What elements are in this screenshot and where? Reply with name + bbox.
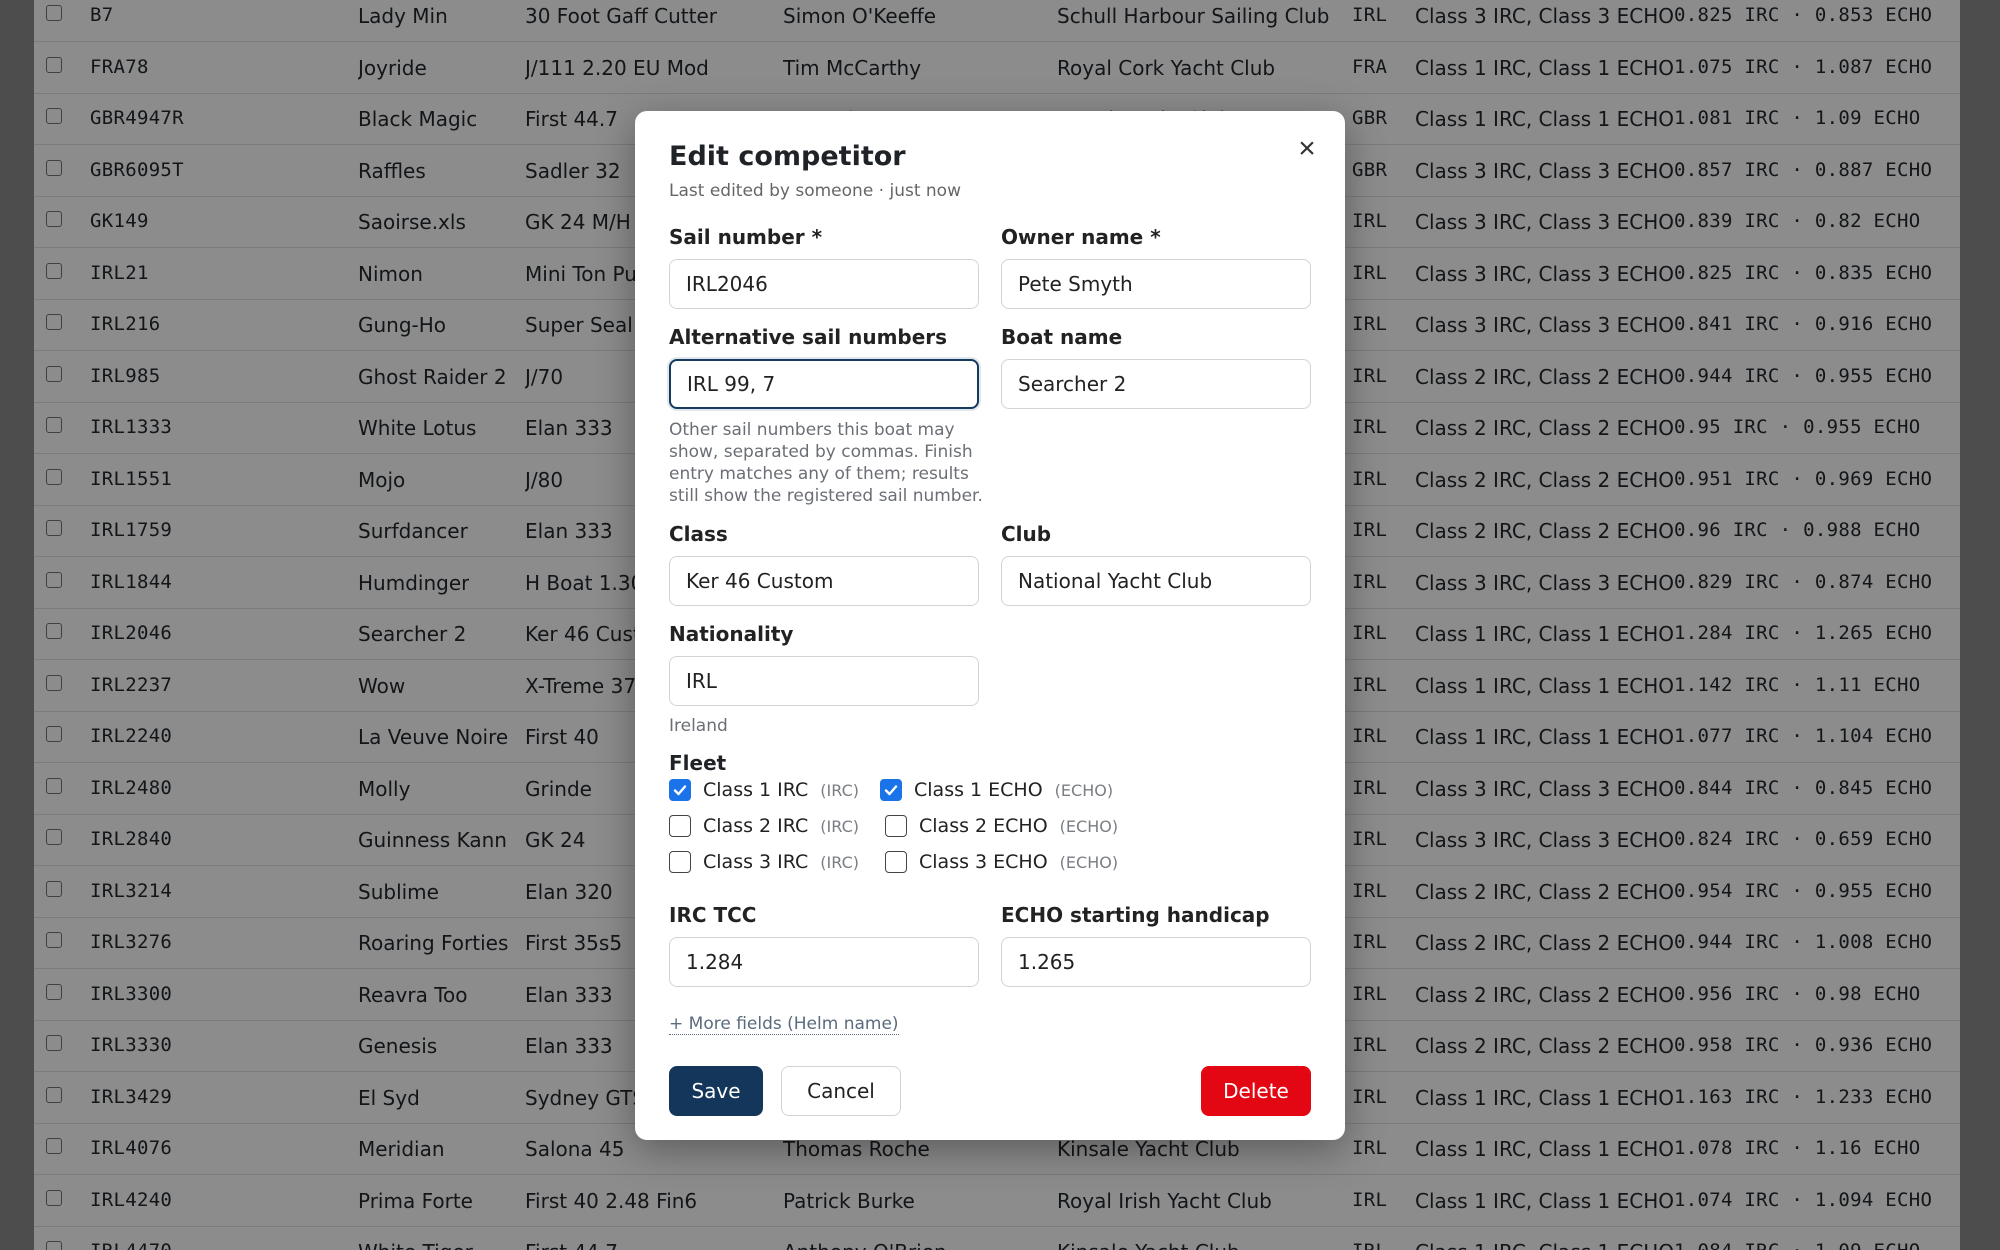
class-group: Class — [669, 522, 979, 606]
fleet-checkbox[interactable] — [885, 815, 907, 837]
class-input[interactable] — [669, 556, 979, 606]
check-icon — [673, 785, 687, 796]
fleet-option[interactable]: Class 3 IRC (IRC) — [669, 851, 859, 873]
edit-competitor-dialog: × Edit competitor Last edited by someone… — [635, 111, 1345, 1140]
close-icon[interactable]: × — [1289, 131, 1325, 167]
echo-handicap-input[interactable] — [1001, 937, 1311, 987]
echo-handicap-group: ECHO starting handicap — [1001, 903, 1311, 987]
fleet-option-label: Class 3 IRC — [703, 851, 809, 873]
fleet-option-code: (IRC) — [820, 780, 859, 800]
check-icon — [884, 785, 898, 796]
fleet-option[interactable]: Class 1 IRC (IRC) — [669, 779, 859, 801]
owner-name-label: Owner name * — [1001, 225, 1161, 249]
fleet-option[interactable]: Class 3 ECHO (ECHO) — [885, 851, 1118, 873]
fleet-option-label: Class 2 ECHO — [919, 815, 1048, 837]
fleet-option[interactable]: Class 2 ECHO (ECHO) — [885, 815, 1118, 837]
club-input[interactable] — [1001, 556, 1311, 606]
echo-handicap-label: ECHO starting handicap — [1001, 903, 1270, 927]
alt-sail-help: Other sail numbers this boat may show, s… — [669, 420, 983, 506]
more-fields-link[interactable]: + More fields (Helm name) — [669, 1014, 899, 1035]
fleet-option-code: (ECHO) — [1054, 780, 1114, 800]
nationality-hint: Ireland — [669, 716, 728, 736]
irc-tcc-input[interactable] — [669, 937, 979, 987]
fleet-option[interactable]: Class 2 IRC (IRC) — [669, 815, 859, 837]
alt-sail-input[interactable] — [669, 359, 979, 409]
save-button[interactable]: Save — [669, 1066, 763, 1116]
owner-name-group: Owner name * — [1001, 225, 1311, 309]
fleet-checkbox[interactable] — [880, 779, 902, 801]
fleet-option-code: (ECHO) — [1059, 816, 1119, 836]
club-group: Club — [1001, 522, 1311, 606]
fleet-option-label: Class 2 IRC — [703, 815, 809, 837]
club-label: Club — [1001, 522, 1052, 546]
fleet-option[interactable]: Class 1 ECHO (ECHO) — [880, 779, 1113, 801]
cancel-button[interactable]: Cancel — [781, 1066, 901, 1116]
dialog-title: Edit competitor — [669, 141, 906, 172]
fleet-checkbox[interactable] — [669, 851, 691, 873]
fleet-checkbox[interactable] — [885, 851, 907, 873]
fleet-option-label: Class 1 ECHO — [914, 779, 1043, 801]
fleet-option-label: Class 3 ECHO — [919, 851, 1048, 873]
last-edited-text: Last edited by someone · just now — [669, 181, 961, 201]
boat-name-group: Boat name — [1001, 325, 1311, 409]
fleet-option-code: (IRC) — [820, 852, 859, 872]
nationality-group: Nationality Ireland — [669, 622, 979, 736]
boat-name-input[interactable] — [1001, 359, 1311, 409]
fleet-checkbox[interactable] — [669, 779, 691, 801]
fleet-checkbox[interactable] — [669, 815, 691, 837]
boat-name-label: Boat name — [1001, 325, 1123, 349]
class-label: Class — [669, 522, 728, 546]
alt-sail-group: Alternative sail numbers Other sail numb… — [669, 325, 983, 507]
fleet-option-code: (ECHO) — [1059, 852, 1119, 872]
delete-button[interactable]: Delete — [1201, 1066, 1311, 1116]
sail-number-input[interactable] — [669, 259, 979, 309]
fleet-option-code: (IRC) — [820, 816, 859, 836]
fleet-label: Fleet — [669, 751, 727, 775]
fleet-option-label: Class 1 IRC — [703, 779, 809, 801]
irc-tcc-group: IRC TCC — [669, 903, 979, 987]
owner-name-input[interactable] — [1001, 259, 1311, 309]
sail-number-group: Sail number * — [669, 225, 979, 309]
sail-number-label: Sail number * — [669, 225, 823, 249]
nationality-input[interactable] — [669, 656, 979, 706]
nationality-label: Nationality — [669, 622, 794, 646]
irc-tcc-label: IRC TCC — [669, 903, 757, 927]
alt-sail-label: Alternative sail numbers — [669, 325, 948, 349]
